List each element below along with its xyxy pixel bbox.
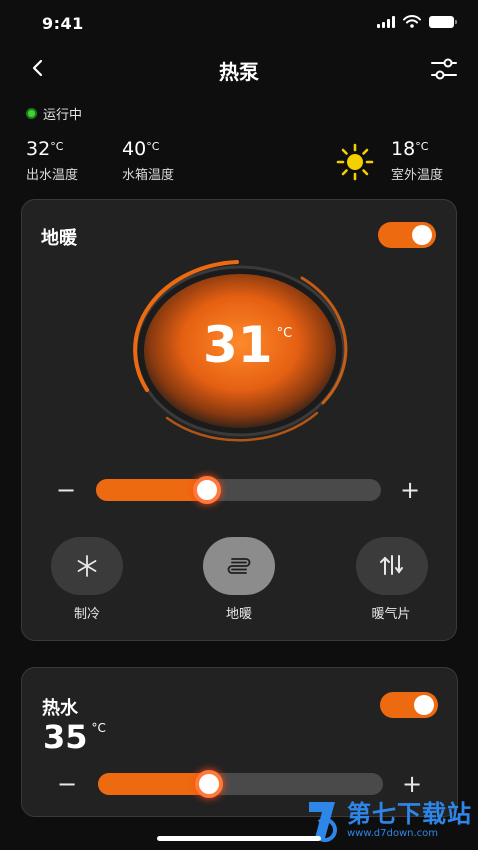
tank-temp: 40°C 水箱温度 (122, 138, 174, 183)
cellular-signal-icon (377, 15, 395, 28)
hot-water-title: 热水 (42, 698, 78, 719)
mode-cooling-label: 制冷 (73, 607, 100, 622)
outdoor-temp-unit: °C (415, 140, 429, 153)
mode-floor-heating-label: 地暖 (225, 607, 252, 622)
floor-heating-increase-button[interactable]: + (400, 476, 420, 504)
hot-water-slider[interactable] (98, 770, 383, 798)
settings-sliders-icon[interactable] (430, 56, 458, 82)
snowflake-icon (77, 555, 97, 577)
tank-temp-value: 40 (122, 138, 147, 160)
mode-radiator-button[interactable] (356, 537, 428, 595)
outdoor-temp-value: 18 (391, 138, 416, 160)
mode-floor-heating-button[interactable] (203, 537, 275, 595)
hot-water-slider-thumb[interactable] (195, 770, 223, 798)
outdoor-temp-label: 室外温度 (391, 168, 444, 183)
run-status-label: 运行中 (43, 108, 83, 123)
floor-heating-temp-unit: °C (276, 326, 293, 341)
hot-water-increase-button[interactable]: + (402, 770, 422, 798)
outdoor-temp: 18°C 室外温度 (391, 138, 443, 183)
battery-icon (429, 15, 457, 28)
toggle-knob (414, 695, 434, 715)
hot-water-temp: 35 °C (43, 721, 106, 753)
watermark: 第七下载站 www.d7down.com (305, 798, 472, 842)
floor-heating-toggle[interactable] (378, 222, 436, 248)
floor-heating-slider[interactable] (96, 476, 381, 504)
dial-readout: 31 °C (203, 320, 292, 370)
page-title: 热泵 (219, 60, 259, 84)
hot-water-set-temp: 35 (43, 718, 88, 756)
floor-heating-slider-thumb[interactable] (193, 476, 221, 504)
mode-cooling-button[interactable] (51, 537, 123, 595)
hot-water-toggle[interactable] (380, 692, 438, 718)
tank-temp-unit: °C (146, 140, 160, 153)
wifi-icon (403, 15, 421, 28)
sun-icon (336, 143, 374, 181)
status-icons (377, 15, 457, 28)
outlet-temp-unit: °C (50, 140, 64, 153)
mode-radiator-label: 暖气片 (371, 607, 411, 622)
floor-heating-set-temp: 31 (203, 316, 273, 374)
outlet-temp-value: 32 (26, 138, 51, 160)
status-time: 9:41 (42, 14, 84, 33)
hot-water-temp-unit: °C (91, 721, 106, 735)
hot-water-decrease-button[interactable]: − (57, 770, 77, 798)
watermark-main: 第七下载站 (347, 800, 472, 829)
run-status: 运行中 (26, 104, 82, 123)
floor-heating-icon (227, 558, 251, 574)
floor-heating-title: 地暖 (41, 228, 77, 249)
floor-heating-decrease-button[interactable]: − (56, 476, 76, 504)
tank-temp-label: 水箱温度 (122, 168, 175, 183)
outlet-temp-label: 出水温度 (26, 168, 79, 183)
home-indicator[interactable] (157, 836, 321, 841)
watermark-sub: www.d7down.com (347, 827, 439, 839)
toggle-knob (412, 225, 432, 245)
radiator-icon (380, 555, 403, 575)
outlet-temp: 32°C 出水温度 (26, 138, 78, 183)
running-indicator-icon (26, 108, 37, 119)
